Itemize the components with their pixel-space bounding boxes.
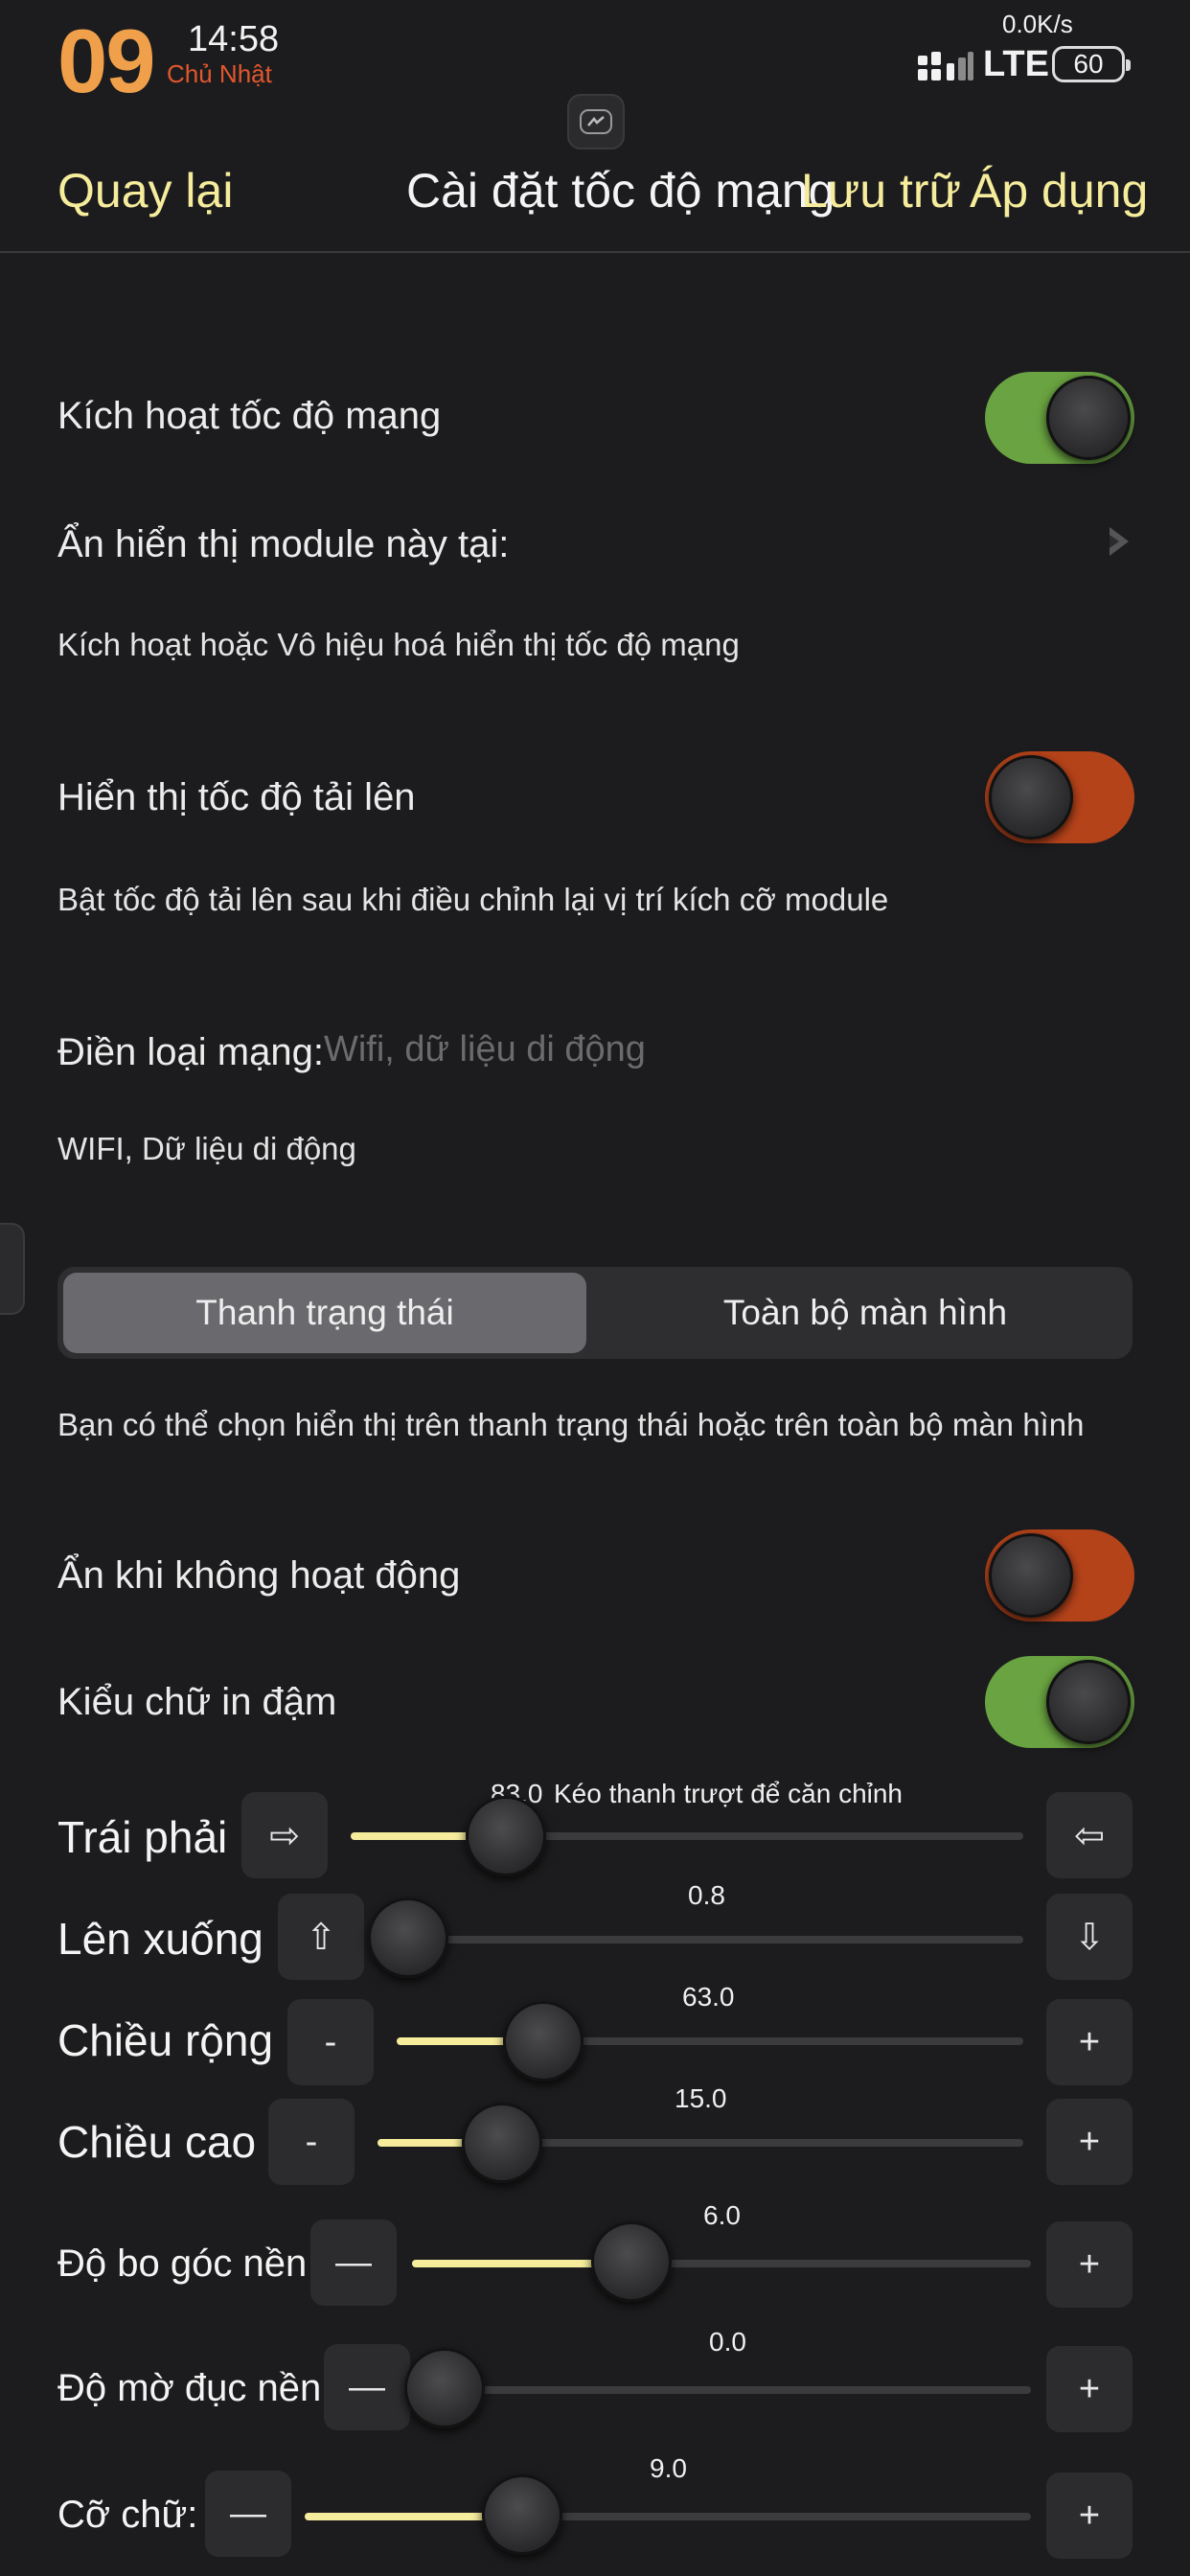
toggle-knob bbox=[1046, 1660, 1131, 1744]
move-down-button[interactable]: ⇩ bbox=[1046, 1894, 1133, 1980]
slider-label-width: Chiều rộng bbox=[57, 2015, 274, 2065]
opacity-decrease-button[interactable]: — bbox=[324, 2344, 410, 2430]
slider-track-corner-radius[interactable] bbox=[412, 2260, 1031, 2267]
enable-speed-toggle[interactable] bbox=[985, 372, 1134, 464]
slider-track-horizontal[interactable] bbox=[351, 1832, 1023, 1840]
slider-track-vertical[interactable] bbox=[387, 1936, 1023, 1944]
signal-icon bbox=[918, 52, 973, 80]
battery-level: 60 bbox=[1073, 49, 1104, 79]
slider-label-horizontal: Trái phải bbox=[57, 1812, 228, 1862]
move-right-button[interactable]: ⇨ bbox=[241, 1792, 328, 1878]
slider-label-height: Chiều cao bbox=[57, 2117, 257, 2167]
width-decrease-button[interactable]: - bbox=[287, 1999, 374, 2085]
slider-knob-width[interactable] bbox=[503, 2001, 584, 2082]
upload-description: Bật tốc độ tải lên sau khi điều chỉnh lạ… bbox=[57, 882, 889, 917]
hide-module-label: Ẩn hiển thị module này tại: bbox=[57, 523, 510, 565]
toggle-knob bbox=[1046, 376, 1131, 460]
slider-track-font-size[interactable] bbox=[305, 2513, 1031, 2520]
back-button[interactable]: Quay lại bbox=[57, 163, 233, 218]
slider-value-height: 15.0 bbox=[675, 2083, 727, 2113]
slider-knob-vertical[interactable] bbox=[368, 1898, 448, 1978]
network-type-label: Điền loại mạng: bbox=[57, 1031, 324, 1073]
bold-font-toggle[interactable] bbox=[985, 1656, 1134, 1748]
radius-increase-button[interactable]: + bbox=[1046, 2221, 1133, 2308]
slider-fill bbox=[351, 1832, 485, 1840]
network-value: WIFI, Dữ liệu di động bbox=[57, 1131, 356, 1166]
slider-track-width[interactable] bbox=[397, 2037, 1023, 2045]
status-day: 09 bbox=[57, 11, 156, 111]
slider-label-vertical: Lên xuống bbox=[57, 1914, 263, 1964]
slider-value-font-size: 9.0 bbox=[650, 2453, 687, 2483]
slider-fill bbox=[305, 2513, 501, 2520]
save-button[interactable]: Lưu trữ bbox=[801, 163, 961, 218]
nav-divider bbox=[0, 251, 1190, 253]
segment-status-bar[interactable]: Thanh trạng thái bbox=[63, 1273, 586, 1353]
battery-icon: 60 bbox=[1052, 46, 1131, 82]
toggle-knob bbox=[989, 1533, 1073, 1618]
enable-description: Kích hoạt hoặc Vô hiệu hoá hiển thị tốc … bbox=[57, 627, 740, 662]
status-network-type: LTE bbox=[983, 44, 1049, 84]
status-time: 14:58 bbox=[188, 19, 280, 59]
slider-value-vertical: 0.8 bbox=[688, 1880, 725, 1910]
height-decrease-button[interactable]: - bbox=[268, 2099, 355, 2185]
slider-value-width: 63.0 bbox=[682, 1982, 735, 2012]
slider-label-font-size: Cỡ chữ: bbox=[57, 2494, 198, 2536]
network-type-input[interactable]: Wifi, dữ liệu di động bbox=[324, 1029, 646, 1070]
slider-value-opacity: 0.0 bbox=[709, 2327, 746, 2357]
show-upload-toggle[interactable] bbox=[985, 751, 1134, 843]
hide-inactive-label: Ẩn khi không hoạt động bbox=[57, 1554, 461, 1597]
status-net-speed: 0.0K/s bbox=[1002, 10, 1073, 38]
font-increase-button[interactable]: + bbox=[1046, 2472, 1133, 2559]
slider-knob-opacity[interactable] bbox=[404, 2348, 485, 2428]
slider-knob-corner-radius[interactable] bbox=[591, 2221, 672, 2302]
camera-cutout bbox=[567, 94, 625, 150]
slider-knob-horizontal[interactable] bbox=[466, 1796, 546, 1876]
bold-font-label: Kiểu chữ in đậm bbox=[57, 1681, 337, 1723]
move-up-button[interactable]: ⇧ bbox=[278, 1894, 364, 1980]
slider-knob-height[interactable] bbox=[462, 2103, 542, 2183]
radius-decrease-button[interactable]: — bbox=[310, 2220, 397, 2306]
apply-button[interactable]: Áp dụng bbox=[970, 163, 1148, 218]
height-increase-button[interactable]: + bbox=[1046, 2099, 1133, 2185]
width-increase-button[interactable]: + bbox=[1046, 1999, 1133, 2085]
slider-value-corner-radius: 6.0 bbox=[703, 2200, 741, 2230]
enable-speed-label: Kích hoạt tốc độ mạng bbox=[57, 395, 442, 437]
slider-track-opacity[interactable] bbox=[423, 2386, 1031, 2394]
display-mode-segmented: Thanh trạng thái Toàn bộ màn hình bbox=[57, 1267, 1133, 1359]
slider-hint: Kéo thanh trượt để căn chỉnh bbox=[554, 1779, 903, 1808]
slider-label-corner-radius: Độ bo góc nền bbox=[57, 2242, 308, 2285]
chevron-right-icon[interactable] bbox=[1104, 523, 1133, 560]
segment-full-screen[interactable]: Toàn bộ màn hình bbox=[604, 1273, 1127, 1353]
toggle-knob bbox=[989, 755, 1073, 840]
page-title: Cài đặt tốc độ mạng bbox=[406, 164, 835, 218]
move-left-button[interactable]: ⇦ bbox=[1046, 1792, 1133, 1878]
display-description: Bạn có thể chọn hiển thị trên thanh trạn… bbox=[57, 1407, 1085, 1442]
show-upload-label: Hiển thị tốc độ tải lên bbox=[57, 776, 416, 818]
slider-knob-font-size[interactable] bbox=[482, 2474, 562, 2555]
status-weekday: Chủ Nhật bbox=[167, 59, 272, 88]
slider-fill bbox=[412, 2260, 610, 2267]
edge-handle[interactable] bbox=[0, 1223, 25, 1315]
font-decrease-button[interactable]: — bbox=[205, 2471, 291, 2557]
speed-icon bbox=[580, 109, 612, 134]
slider-label-opacity: Độ mờ đục nền bbox=[57, 2367, 322, 2409]
hide-inactive-toggle[interactable] bbox=[985, 1530, 1134, 1622]
opacity-increase-button[interactable]: + bbox=[1046, 2346, 1133, 2432]
